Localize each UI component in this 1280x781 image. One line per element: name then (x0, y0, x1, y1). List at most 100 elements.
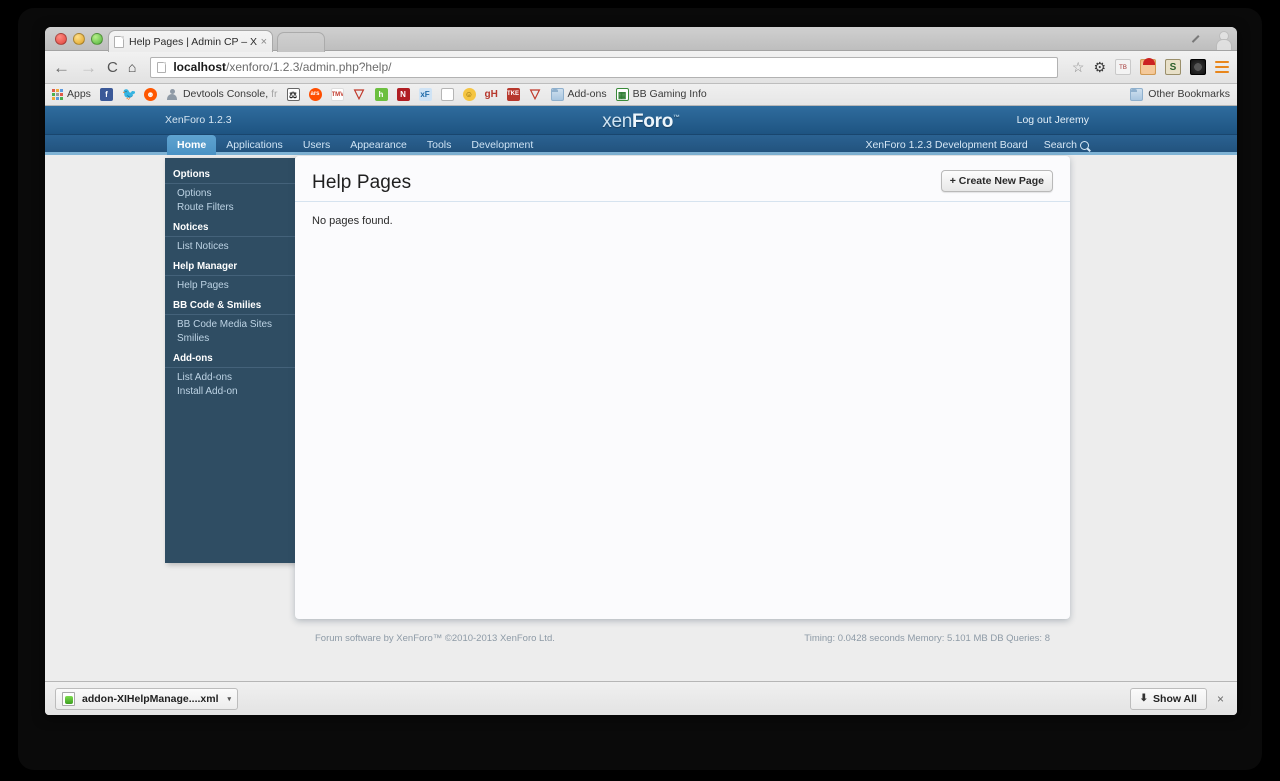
page-viewport: XenForo 1.2.3 xenForo™ Log out Jeremy Ho… (45, 106, 1237, 684)
apps-grid-icon (52, 89, 63, 100)
download-item[interactable]: addon-XIHelpManage....xml ▾ (55, 687, 239, 710)
sidebar-item-install-add-on[interactable]: Install Add-on (165, 384, 295, 398)
sidebar-group-notices: Notices List Notices (165, 220, 295, 253)
content-header: Help Pages + Create New Page (295, 156, 1070, 202)
person-icon[interactable] (1215, 30, 1232, 50)
logout-link[interactable]: Log out Jeremy (1017, 114, 1089, 126)
bookmark-tmv[interactable]: TMV (330, 88, 344, 101)
logo-trademark: ™ (673, 114, 680, 122)
sidebar-item-route-filters[interactable]: Route Filters (165, 200, 295, 214)
tab-applications[interactable]: Applications (216, 135, 293, 155)
santa-extension-icon[interactable] (1140, 58, 1156, 75)
back-button[interactable]: ← (53, 59, 70, 76)
tb-extension-icon[interactable]: TB (1115, 59, 1131, 75)
folder-icon (1130, 88, 1144, 101)
xenforo-navbar: Home Applications Users Appearance Tools… (45, 135, 1237, 155)
sidebar-item-list-notices[interactable]: List Notices (165, 239, 295, 253)
xenforo-footer: Forum software by XenForo™ ©2010-2013 Xe… (295, 628, 1070, 648)
bookmark-facebook[interactable]: f (99, 88, 113, 101)
bookmark-netflix[interactable]: N (396, 88, 410, 101)
bookmark-twitter[interactable]: 🐦 (122, 88, 135, 101)
bookmark-group[interactable]: ⚖ (286, 88, 300, 101)
chevron-down-icon[interactable]: ▾ (228, 695, 232, 703)
bookmark-ars-technica[interactable]: ars (308, 88, 322, 101)
bookmark-tke[interactable]: TKE (506, 88, 520, 101)
bookmark-v[interactable]: ▽ (353, 88, 366, 101)
tke-icon: TKE (506, 88, 520, 101)
sidebar-item-list-add-ons[interactable]: List Add-ons (165, 370, 295, 384)
bookmark-other-bookmarks[interactable]: Other Bookmarks (1130, 88, 1230, 101)
bookmark-reddit[interactable]: ☻ (143, 88, 157, 101)
content-body: No pages found. (295, 202, 1070, 240)
hamburger-menu-icon[interactable] (1215, 61, 1229, 73)
bookmark-smiley[interactable]: ☺ (462, 88, 476, 101)
new-tab-button[interactable] (277, 32, 325, 52)
close-shelf-icon[interactable]: × (1217, 692, 1227, 706)
empty-state-message: No pages found. (312, 215, 393, 227)
address-bar[interactable]: localhost/xenforo/1.2.3/admin.php?help/ (150, 56, 1058, 78)
twitter-icon: 🐦 (121, 88, 135, 101)
browser-tab-active[interactable]: Help Pages | Admin CP – X × (108, 30, 273, 52)
bookmark-add-ons-folder[interactable]: Add-ons (550, 88, 607, 101)
home-icon[interactable]: ⌂ (128, 60, 136, 74)
download-shelf: addon-XIHelpManage....xml ▾ ⬇ Show All × (45, 681, 1237, 715)
chrome-browser-window: Help Pages | Admin CP – X × ← → C ⌂ loca… (45, 27, 1237, 715)
window-traffic-lights[interactable] (55, 33, 103, 45)
download-arrow-icon: ⬇ (1139, 693, 1149, 704)
search-button[interactable]: Search (1044, 139, 1089, 151)
logo-prefix: xen (602, 111, 632, 132)
sidebar-heading: Notices (165, 220, 295, 237)
bookmark-bb-gaming-info[interactable]: ▦ BB Gaming Info (615, 88, 707, 101)
bookmark-apps[interactable]: Apps (52, 89, 91, 100)
close-icon[interactable]: × (261, 36, 267, 48)
bookmark-hypixel[interactable]: h (374, 88, 388, 101)
admin-sidebar: Options Options Route Filters Notices Li… (165, 158, 295, 563)
bookmark-devtools-console[interactable]: Devtools Console, fr (166, 88, 278, 101)
create-new-page-button[interactable]: + Create New Page (940, 170, 1053, 192)
tab-tools[interactable]: Tools (417, 135, 462, 155)
tab-development[interactable]: Development (461, 135, 543, 155)
sidebar-item-options[interactable]: Options (165, 186, 295, 200)
bookmarks-bar: Apps f 🐦 ☻ Devtools Console, fr ⚖ ars TM… (45, 84, 1237, 106)
s-extension-icon[interactable]: S (1165, 59, 1181, 75)
bookmark-gh[interactable]: gH (485, 88, 498, 101)
sidebar-item-smilies[interactable]: Smilies (165, 331, 295, 345)
logo-suffix: Foro (632, 111, 674, 132)
camera-extension-icon[interactable] (1190, 59, 1206, 75)
close-window-button[interactable] (55, 33, 67, 45)
sidebar-item-help-pages[interactable]: Help Pages (165, 278, 295, 292)
bookmark-blank-page[interactable] (440, 88, 454, 101)
tab-appearance[interactable]: Appearance (340, 135, 417, 155)
expand-icon[interactable] (1189, 33, 1203, 46)
sidebar-group-options: Options Options Route Filters (165, 167, 295, 214)
minimize-window-button[interactable] (73, 33, 85, 45)
sidebar-heading: Help Manager (165, 259, 295, 276)
show-all-label: Show All (1153, 692, 1197, 705)
bookmark-star-icon[interactable]: ☆ (1072, 59, 1085, 76)
folder-icon (550, 88, 564, 101)
sidebar-item-bb-code-media-sites[interactable]: BB Code Media Sites (165, 317, 295, 331)
bookmark-xenforo[interactable]: xF (418, 88, 432, 101)
v-icon: ▽ (530, 88, 540, 101)
tmv-icon: TMV (330, 88, 344, 101)
forward-button[interactable]: → (80, 59, 97, 76)
person-icon (166, 88, 179, 101)
gear-icon[interactable]: ⚙ (1093, 59, 1106, 76)
tab-users[interactable]: Users (293, 135, 340, 155)
netflix-icon: N (396, 88, 410, 101)
sidebar-heading: Options (165, 167, 295, 184)
window-right-controls (1189, 28, 1232, 50)
reload-icon[interactable]: C (107, 60, 118, 75)
xenforo-nav-right: XenForo 1.2.3 Development Board Search (865, 135, 1089, 155)
xenforo-icon: xF (418, 88, 432, 101)
bookmark-label: Other Bookmarks (1148, 88, 1230, 101)
xenforo-nav-tabs: Home Applications Users Appearance Tools… (167, 135, 543, 155)
browser-tab-strip: Help Pages | Admin CP – X × (45, 27, 1237, 52)
bookmark-v2[interactable]: ▽ (529, 88, 542, 101)
development-board-link[interactable]: XenForo 1.2.3 Development Board (865, 139, 1027, 151)
xml-file-icon (62, 691, 75, 706)
show-all-downloads-button[interactable]: ⬇ Show All (1129, 687, 1207, 710)
xenforo-header: XenForo 1.2.3 xenForo™ Log out Jeremy (45, 106, 1237, 135)
zoom-window-button[interactable] (91, 33, 103, 45)
tab-home[interactable]: Home (167, 135, 217, 155)
